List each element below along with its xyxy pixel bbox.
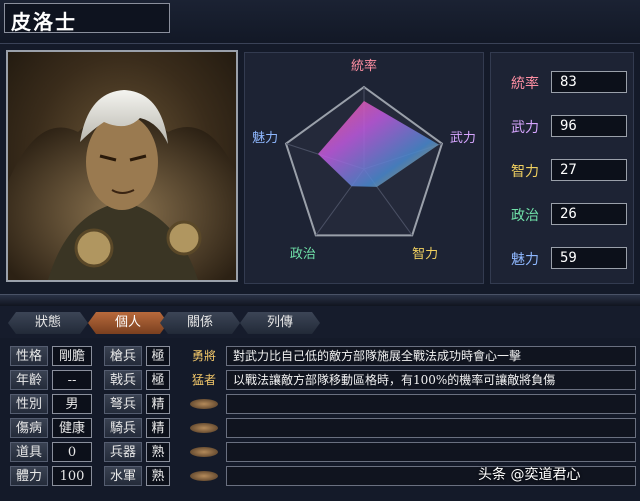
stat-label: 魅力 [511, 252, 539, 268]
info-value-item: 0 [52, 442, 92, 462]
skill-description: 以戰法讓敵方部隊移動區格時，有100%的機率可讓敵將負傷 [226, 370, 636, 390]
stat-row-wuli: 武力 96 [505, 115, 629, 137]
aptitude-label-cavalry: 騎兵 [104, 418, 142, 438]
tab-biography[interactable]: 列傳 [240, 312, 320, 334]
stat-label: 統率 [511, 76, 539, 92]
radar-axis-label: 政治 [290, 247, 316, 262]
radar-axis-label: 統率 [351, 58, 377, 74]
aptitude-value-cavalry: 精 [146, 418, 170, 438]
watermark: 头条 @奕道君心 [478, 467, 581, 483]
info-label-item: 道具 [10, 442, 48, 462]
portrait-illustration [8, 90, 236, 280]
radar-axis-label: 智力 [412, 247, 438, 262]
info-label-stamina: 體力 [10, 466, 48, 486]
aptitude-label-siege: 兵器 [104, 442, 142, 462]
aptitude-label-navy: 水軍 [104, 466, 142, 486]
stat-label: 智力 [511, 164, 539, 180]
officer-name: 皮洛士 [4, 3, 170, 34]
aptitude-label-halberd: 戟兵 [104, 370, 142, 390]
radar-axis-label: 武力 [450, 131, 476, 146]
tab-personal[interactable]: 個人 [88, 312, 168, 334]
stat-label: 政治 [511, 208, 539, 224]
aptitude-value-crossbow: 精 [146, 394, 170, 414]
aptitude-value-halberd: 極 [146, 370, 170, 390]
aptitude-label-crossbow: 弩兵 [104, 394, 142, 414]
stat-value: 59 [551, 247, 627, 269]
aptitude-value-navy: 熟 [146, 466, 170, 486]
info-label-injury: 傷病 [10, 418, 48, 438]
info-value-personality: 剛膽 [52, 346, 92, 366]
stat-row-zhengzhi: 政治 26 [505, 203, 629, 225]
skill-description: 對武力比自己低的敵方部隊施展全戰法成功時會心一擊 [226, 346, 636, 366]
aptitude-value-spear: 極 [146, 346, 170, 366]
info-label-gender: 性別 [10, 394, 48, 414]
stat-value: 96 [551, 115, 627, 137]
stat-label: 武力 [511, 120, 539, 136]
empty-skill-slot-icon [190, 423, 218, 433]
empty-skill-slot [226, 394, 636, 414]
radar-chart: 統率武力智力 政治 魅力 [252, 58, 476, 262]
empty-skill-slot [226, 442, 636, 462]
stat-value: 26 [551, 203, 627, 225]
tab-relations[interactable]: 關係 [160, 312, 240, 334]
title-bar: 皮洛士 [0, 0, 640, 44]
info-value-age: -- [52, 370, 92, 390]
empty-skill-slot [226, 418, 636, 438]
info-label-age: 年齡 [10, 370, 48, 390]
stat-row-zhili: 智力 27 [505, 159, 629, 181]
radar-axis-label: 魅力 [252, 131, 278, 146]
stat-row-meili: 魅力 59 [505, 247, 629, 269]
info-value-stamina: 100 [52, 466, 92, 486]
stat-row-tongshuai: 統率 83 [505, 71, 629, 93]
main-panel: 統率 武力 智力 政治 魅力 統率 83 武力 96 智力 27 政治 26 魅力 59 [0, 44, 640, 294]
info-value-injury: 健康 [52, 418, 92, 438]
officer-portrait [6, 50, 238, 282]
info-value-gender: 男 [52, 394, 92, 414]
empty-skill-slot-icon [190, 399, 218, 409]
tab-status[interactable]: 狀態 [8, 312, 88, 334]
skill-name-brave-general[interactable]: 勇將 [186, 346, 222, 366]
empty-skill-slot-icon [190, 447, 218, 457]
aptitude-value-siege: 熟 [146, 442, 170, 462]
empty-skill-slot-icon [190, 471, 218, 481]
stat-value: 83 [551, 71, 627, 93]
stat-value: 27 [551, 159, 627, 181]
stats-panel: 統率 83 武力 96 智力 27 政治 26 魅力 59 [490, 52, 634, 284]
radar-chart-panel: 統率武力智力 政治 魅力 [244, 52, 484, 284]
skill-name-fierce[interactable]: 猛者 [186, 370, 222, 390]
divider [0, 294, 640, 306]
aptitude-label-spear: 槍兵 [104, 346, 142, 366]
info-label-personality: 性格 [10, 346, 48, 366]
